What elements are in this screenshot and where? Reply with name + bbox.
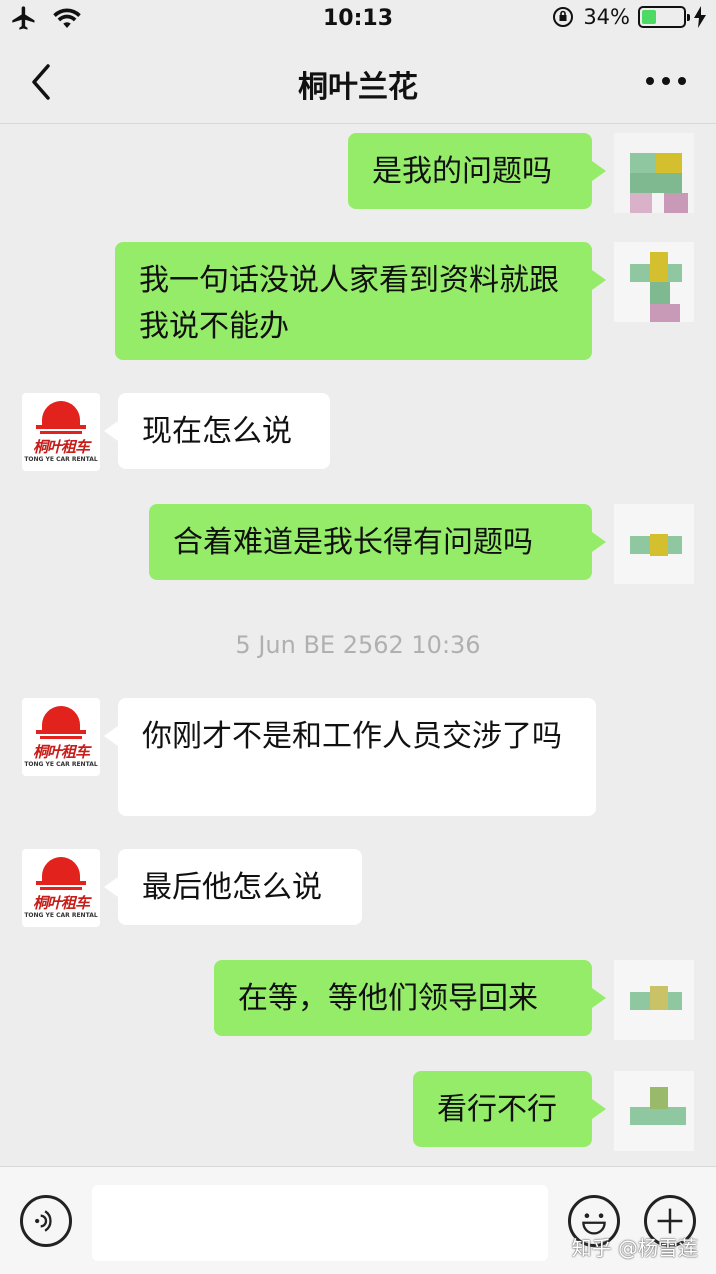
my-message-bubble[interactable]: 是我的问题吗: [348, 133, 606, 209]
contact-avatar[interactable]: 桐叶租车 TONG YE CAR RENTAL: [22, 393, 100, 471]
message-text: 现在怎么说: [142, 414, 292, 449]
message-list[interactable]: 是我的问题吗 我一句话没说人家看到资料就跟我说不能办 桐叶租车 TONG YE …: [0, 125, 716, 1165]
message-input[interactable]: [92, 1185, 548, 1261]
avatar-brand-subtext: TONG YE CAR RENTAL: [24, 912, 98, 919]
more-options-icon[interactable]: [644, 66, 688, 96]
my-avatar[interactable]: [614, 133, 694, 213]
chat-title: 桐叶兰花: [298, 70, 418, 105]
avatar-brand-subtext: TONG YE CAR RENTAL: [24, 761, 98, 768]
message-text: 最后他怎么说: [142, 870, 322, 905]
avatar-brand-text: 桐叶租车: [32, 894, 90, 912]
status-right: 34%: [551, 5, 706, 29]
my-avatar[interactable]: [614, 960, 694, 1040]
my-message-bubble[interactable]: 我一句话没说人家看到资料就跟我说不能办: [115, 242, 606, 360]
my-avatar[interactable]: [614, 1071, 694, 1151]
contact-message-bubble[interactable]: 现在怎么说: [104, 393, 330, 469]
contact-message-bubble[interactable]: 你刚才不是和工作人员交涉了吗: [104, 698, 596, 816]
contact-avatar[interactable]: 桐叶租车 TONG YE CAR RENTAL: [22, 849, 100, 927]
message-text: 合着难道是我长得有问题吗: [173, 525, 533, 560]
battery-fill: [642, 10, 656, 24]
my-avatar[interactable]: [614, 242, 694, 322]
message-text: 看行不行: [437, 1092, 557, 1127]
avatar-brand-text: 桐叶租车: [32, 438, 90, 456]
contact-avatar[interactable]: 桐叶租车 TONG YE CAR RENTAL: [22, 698, 100, 776]
status-bar: 10:13 34%: [0, 0, 716, 40]
my-message-bubble[interactable]: 看行不行: [413, 1071, 606, 1147]
message-text: 是我的问题吗: [372, 154, 552, 189]
contact-message-bubble[interactable]: 最后他怎么说: [104, 849, 362, 925]
my-avatar[interactable]: [614, 504, 694, 584]
my-message-bubble[interactable]: 合着难道是我长得有问题吗: [149, 504, 606, 580]
chat-header: 桐叶兰花: [0, 40, 716, 124]
my-message-bubble[interactable]: 在等，等他们领导回来: [214, 960, 606, 1036]
voice-input-icon[interactable]: [20, 1195, 72, 1247]
avatar-brand-subtext: TONG YE CAR RENTAL: [24, 456, 98, 463]
message-text: 在等，等他们领导回来: [238, 981, 538, 1016]
watermark: 知乎 @杨雪莲: [571, 1236, 698, 1260]
charging-bolt-icon: [694, 6, 706, 28]
battery-icon: [638, 6, 690, 28]
avatar-brand-text: 桐叶租车: [32, 743, 90, 761]
chat-timestamp: 5 Jun BE 2562 10:36: [235, 631, 481, 659]
message-text: 我一句话没说人家看到资料就跟我说不能办: [139, 263, 559, 344]
message-text: 你刚才不是和工作人员交涉了吗: [142, 719, 562, 754]
rotation-lock-icon: [553, 7, 574, 27]
battery-percent: 34%: [583, 5, 630, 29]
